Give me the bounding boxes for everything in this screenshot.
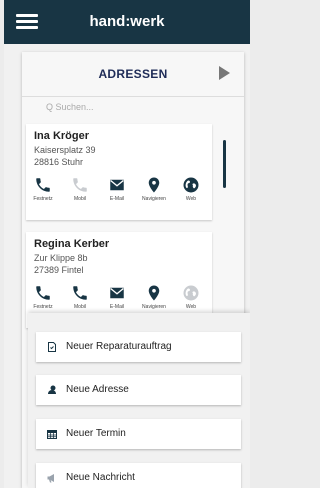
mobile-phone-icon — [73, 178, 87, 192]
quick-actions-sheet: Neuer Reparaturauftrag Neue Adresse Neue… — [28, 313, 250, 488]
panel-header: ADRESSEN — [22, 52, 244, 97]
calendar-icon — [47, 430, 57, 439]
new-address-label: Neue Adresse — [66, 384, 129, 395]
action-label: Navigieren — [142, 196, 166, 202]
new-message-button[interactable]: Neue Nachricht — [36, 463, 241, 488]
phone-icon — [36, 286, 50, 300]
action-label: E-Mail — [109, 196, 125, 202]
contact-city: 28816 Stuhr — [34, 157, 84, 167]
contact-city: 27389 Fintel — [34, 265, 84, 275]
action-label: Mobil — [74, 304, 86, 310]
action-label: Festnetz — [33, 196, 53, 202]
phone-icon — [36, 178, 50, 192]
contact-card[interactable]: Ina Kröger Kaisersplatz 39 28816 Stuhr F… — [26, 124, 212, 220]
panel-title: ADRESSEN — [98, 67, 168, 81]
megaphone-icon — [47, 474, 54, 483]
play-arrow-icon[interactable] — [219, 66, 230, 80]
new-repair-order-label: Neuer Reparaturauftrag — [66, 341, 172, 352]
navigate-button[interactable]: Navigieren — [141, 176, 167, 212]
call-landline-button[interactable]: Festnetz — [30, 176, 56, 212]
contact-street: Zur Klippe 8b — [34, 253, 88, 263]
search-input[interactable] — [46, 102, 176, 112]
new-repair-order-button[interactable]: Neuer Reparaturauftrag — [36, 332, 241, 362]
globe-icon — [183, 285, 199, 301]
contact-name: Regina Kerber — [34, 238, 110, 250]
contact-street: Kaisersplatz 39 — [34, 145, 96, 155]
action-label: Web — [185, 196, 197, 202]
mobile-phone-icon — [73, 286, 87, 300]
new-address-button[interactable]: Neue Adresse — [36, 375, 241, 405]
web-button[interactable]: Web — [178, 176, 204, 212]
action-label: E-Mail — [109, 304, 125, 310]
action-label: Web — [185, 304, 197, 310]
new-appointment-label: Neuer Termin — [66, 428, 126, 439]
globe-icon — [183, 177, 199, 193]
scrollbar[interactable] — [223, 140, 226, 188]
contact-actions: Festnetz Mobil E-Mail Navigieren Web — [30, 176, 210, 216]
new-appointment-button[interactable]: Neuer Termin — [36, 419, 241, 449]
call-mobile-button: Mobil — [67, 176, 93, 212]
email-icon — [110, 179, 124, 191]
action-label: Mobil — [74, 196, 86, 202]
location-pin-icon — [148, 285, 160, 301]
action-label: Festnetz — [33, 304, 53, 310]
new-message-label: Neue Nachricht — [66, 472, 135, 483]
app-frame: hand:werk ADRESSEN Ina Kröger Kaiserspla… — [4, 0, 250, 488]
top-app-bar: hand:werk — [4, 0, 250, 44]
email-icon — [110, 287, 124, 299]
action-label: Navigieren — [142, 304, 166, 310]
search-bar[interactable] — [30, 102, 180, 118]
email-button[interactable]: E-Mail — [104, 176, 130, 212]
address-icon — [48, 385, 56, 394]
contact-name: Ina Kröger — [34, 130, 90, 142]
repair-order-icon — [48, 342, 56, 352]
app-title: hand:werk — [89, 13, 165, 30]
location-pin-icon — [148, 177, 160, 193]
